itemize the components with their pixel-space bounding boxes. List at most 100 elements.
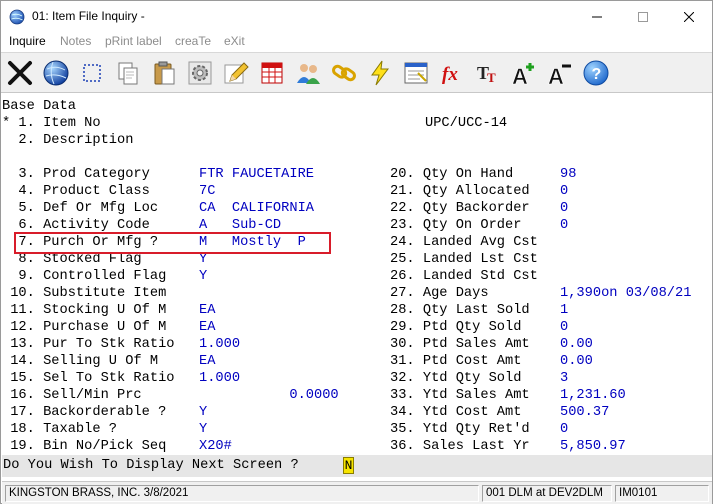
svg-text:fx: fx [442,64,458,85]
decrease-font-icon: A [548,64,571,87]
section-title: Base Data [2,99,76,114]
field-value: 0.0000 [199,388,339,403]
minimize-icon [592,16,602,17]
field-value: 1,390on 03/08/21 [560,286,692,301]
fx-formula-icon: fx [442,64,458,85]
field-value: 3 [560,371,569,386]
field-label: 23. Qty On Order [390,218,522,233]
menu-exit[interactable]: eXit [224,34,245,48]
svg-text:A: A [548,64,564,87]
prompt-input[interactable]: N [343,457,354,474]
svg-text:A: A [512,64,528,87]
field-label: 24. Landed Avg Cst [390,235,538,250]
lightning-icon [371,60,389,86]
field-label: 11. Stocking U Of M [2,303,167,318]
field-label: 15. Sel To Stk Ratio [2,371,175,386]
prompt-bar: Do You Wish To Display Next Screen ? N [2,455,712,477]
link-button[interactable] [327,56,361,90]
clipboard-icon [154,61,175,85]
field-label: 36. Sales Last Yr [390,439,530,454]
field-value: 0 [560,320,569,335]
calculator-button[interactable] [399,56,433,90]
status-company: KINGSTON BRASS, INC. 3/8/2021 [5,485,479,502]
title-bar: 01: Item File Inquiry - [1,1,712,32]
field-label: 5. Def Or Mfg Loc [2,201,159,216]
decrease-font-button[interactable]: A [543,56,577,90]
field-label: 9. Controlled Flag [2,269,167,284]
gear-icon [188,61,212,85]
toolbar: fx TT A A ? [1,52,712,93]
field-label: 33. Ytd Sales Amt [390,388,530,403]
menu-create[interactable]: creaTe [175,34,211,48]
field-value: EA [199,354,216,369]
field-label: 20. Qty On Hand [390,167,514,182]
svg-text:?: ? [592,66,602,83]
terminal-screen: Base Data UPC/UCC-14 * 1. Item No 2. Des… [2,94,712,455]
field-label: 35. Ytd Qty Ret'd [390,422,530,437]
field-label: 32. Ytd Qty Sold [390,371,522,386]
cancel-button[interactable] [3,56,37,90]
minimize-button[interactable] [574,1,620,32]
field-label: 29. Ptd Qty Sold [390,320,522,335]
maximize-icon [638,11,648,22]
select-rectangle-icon [83,64,101,82]
users-icon [297,64,320,84]
field-value: Y [199,405,208,420]
font-size-icon: TT [477,63,496,85]
field-value: 0 [560,218,569,233]
field-label: 22. Qty Backorder [390,201,530,216]
formula-button[interactable]: fx [435,56,469,90]
spreadsheet-button[interactable] [255,56,289,90]
app-window: 01: Item File Inquiry - Inquire Notes pR… [0,0,713,504]
copy-pages-icon [118,62,138,85]
select-button[interactable] [75,56,109,90]
menu-bar: Inquire Notes pRint label creaTe eXit [1,32,712,52]
field-value: 0.00 [560,354,593,369]
close-button[interactable] [666,1,712,32]
field-label: 28. Qty Last Sold [390,303,530,318]
field-value: Y [199,422,208,437]
font-button[interactable]: TT [471,56,505,90]
execute-button[interactable] [363,56,397,90]
window-title: 01: Item File Inquiry - [32,9,145,23]
spreadsheet-icon [261,62,283,84]
upc-label: UPC/UCC-14 [425,116,508,131]
help-icon: ? [583,60,609,86]
menu-print-label[interactable]: pRint label [105,34,162,48]
settings-button[interactable] [183,56,217,90]
field-label: 27. Age Days [390,286,489,301]
status-program: IM0101 [615,485,709,502]
field-value: 0.00 [560,337,593,352]
field-value: 1.000 [199,337,241,352]
field-label: 3. Prod Category [2,167,150,182]
field-value: 98 [560,167,577,182]
paste-button[interactable] [147,56,181,90]
app-icon [9,9,25,25]
field-value: 1 [560,303,569,318]
field-value: EA [199,303,216,318]
edit-button[interactable] [219,56,253,90]
field-label: 13. Pur To Stk Ratio [2,337,175,352]
globe-icon [43,60,69,86]
svg-text:T: T [487,70,496,85]
field-value: 500.37 [560,405,610,420]
help-button[interactable]: ? [579,56,613,90]
menu-inquire[interactable]: Inquire [9,34,46,48]
field-label: 17. Backorderable ? [2,405,167,420]
field-value: 5,850.97 [560,439,626,454]
cancel-x-icon [8,61,32,85]
field-value: 0 [560,422,569,437]
globe-button[interactable] [39,56,73,90]
field-label: 26. Landed Std Cst [390,269,538,284]
status-session: 001 DLM at DEV2DLM [482,485,612,502]
field-label: 2. Description [2,133,134,148]
field-label: 16. Sell/Min Prc [2,388,142,403]
copy-button[interactable] [111,56,145,90]
menu-notes[interactable]: Notes [60,34,91,48]
increase-font-button[interactable]: A [507,56,541,90]
maximize-button[interactable] [620,1,666,32]
status-bar: KINGSTON BRASS, INC. 3/8/2021 001 DLM at… [2,481,712,504]
field-value: X20# [199,439,232,454]
field-label: 34. Ytd Cost Amt [390,405,522,420]
users-button[interactable] [291,56,325,90]
